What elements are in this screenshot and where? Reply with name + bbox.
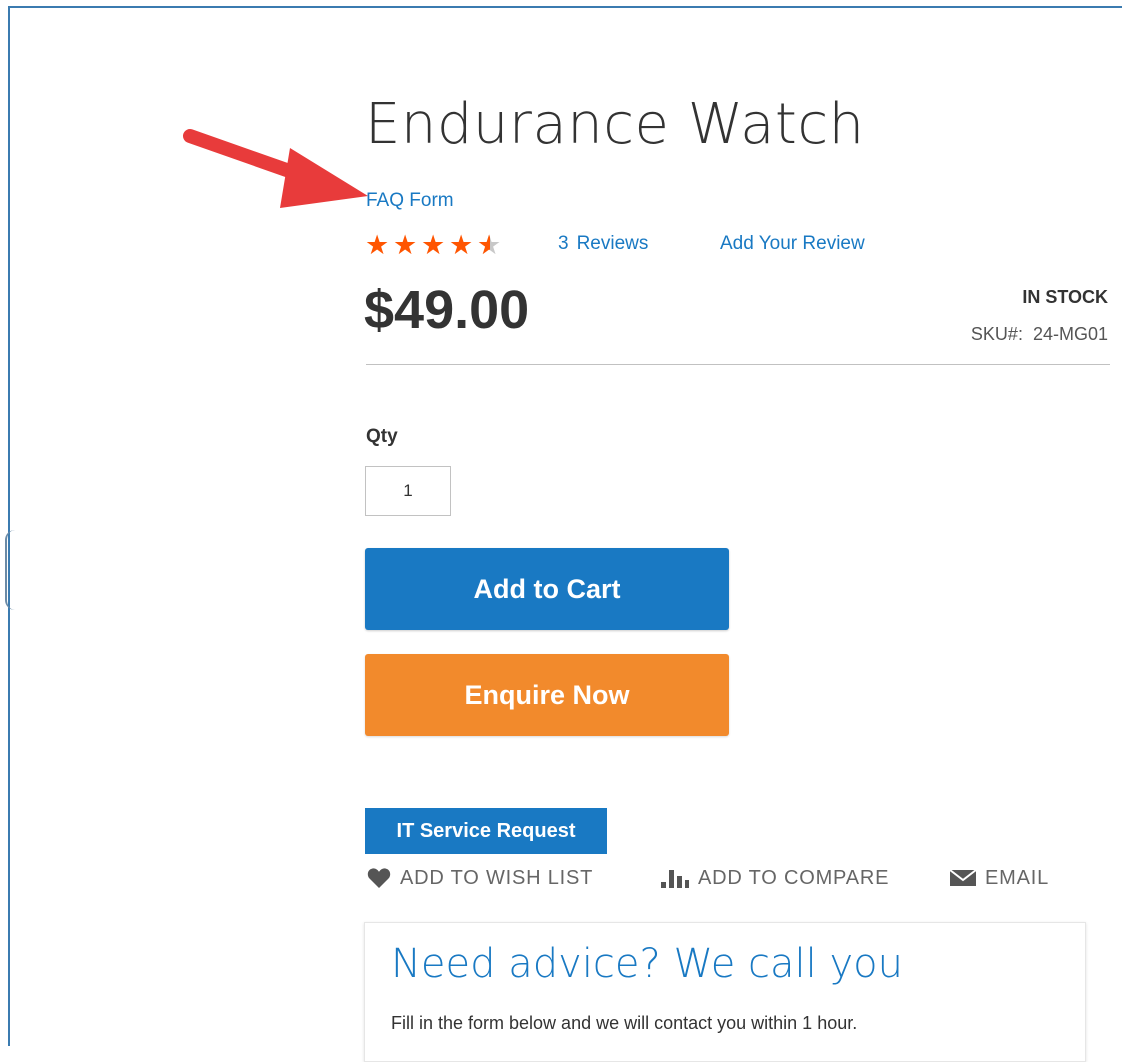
compare-label: ADD TO COMPARE — [698, 866, 890, 889]
it-service-request-button[interactable]: IT Service Request — [365, 808, 607, 854]
heart-icon — [367, 868, 391, 888]
star-icon: ★ — [365, 230, 390, 261]
email-link[interactable]: EMAIL — [949, 864, 1049, 892]
stock-status: IN STOCK — [1022, 287, 1108, 307]
divider — [366, 364, 1110, 365]
advice-title: Need advice? We call you — [391, 941, 903, 987]
star-icon: ★ — [421, 230, 446, 261]
star-half-icon: ★ — [477, 231, 490, 261]
sku-value: 24-MG01 — [1032, 324, 1108, 344]
product-title: Endurance Watch — [365, 92, 865, 157]
qty-label: Qty — [366, 426, 398, 447]
envelope-icon — [949, 869, 977, 886]
add-to-cart-button[interactable]: Add to Cart — [365, 548, 729, 630]
qty-input[interactable] — [365, 466, 451, 516]
reviews-link[interactable]: 3 Reviews — [558, 233, 648, 255]
faq-form-link[interactable]: FAQ Form — [366, 190, 454, 212]
bar-chart-icon — [661, 870, 689, 888]
add-to-wishlist-link[interactable]: ADD TO WISH LIST — [366, 864, 593, 892]
email-label: EMAIL — [985, 866, 1050, 889]
star-icon: ★ — [393, 230, 418, 261]
enquire-now-button[interactable]: Enquire Now — [365, 654, 729, 736]
frame-edge-decoration — [5, 530, 15, 610]
star-icon: ★ — [449, 230, 474, 261]
reviews-label: Reviews — [576, 233, 649, 254]
product-price: $49.00 — [364, 280, 530, 340]
advice-panel: Need advice? We call you Fill in the for… — [364, 922, 1086, 1062]
review-count: 3 — [558, 233, 569, 254]
add-to-compare-link[interactable]: ADD TO COMPARE — [660, 864, 889, 892]
wishlist-label: ADD TO WISH LIST — [400, 866, 594, 889]
sku: SKU#: 24-MG01 — [971, 324, 1108, 345]
add-review-link[interactable]: Add Your Review — [720, 233, 865, 255]
sku-label: SKU#: — [970, 324, 1023, 344]
arrow-icon — [183, 129, 368, 208]
advice-text: Fill in the form below and we will conta… — [391, 1013, 858, 1033]
